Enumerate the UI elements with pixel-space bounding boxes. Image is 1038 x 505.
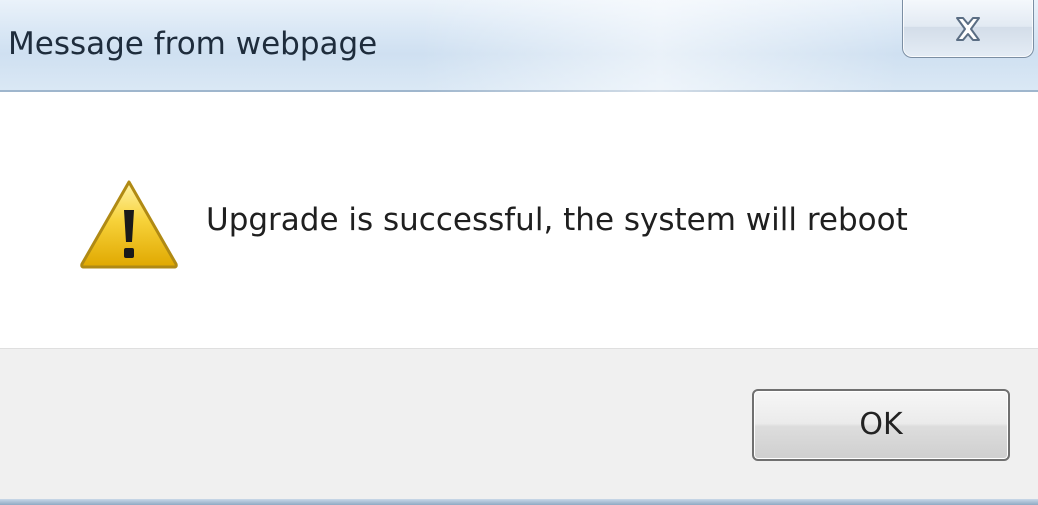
message-dialog: Message from webpage Upgrade is successf… [0,0,1038,505]
window-bottom-border [0,499,1038,505]
message-text: Upgrade is successful, the system will r… [206,202,908,238]
dialog-content: Upgrade is successful, the system will r… [0,92,1038,348]
close-button[interactable] [902,0,1034,58]
title-bar-highlight [420,0,900,92]
warning-icon [80,180,178,269]
button-bar: OK [0,348,1038,505]
title-bar[interactable]: Message from webpage [0,0,1038,92]
close-icon [956,17,980,41]
ok-button[interactable]: OK [752,389,1010,461]
dialog-title: Message from webpage [8,26,378,62]
